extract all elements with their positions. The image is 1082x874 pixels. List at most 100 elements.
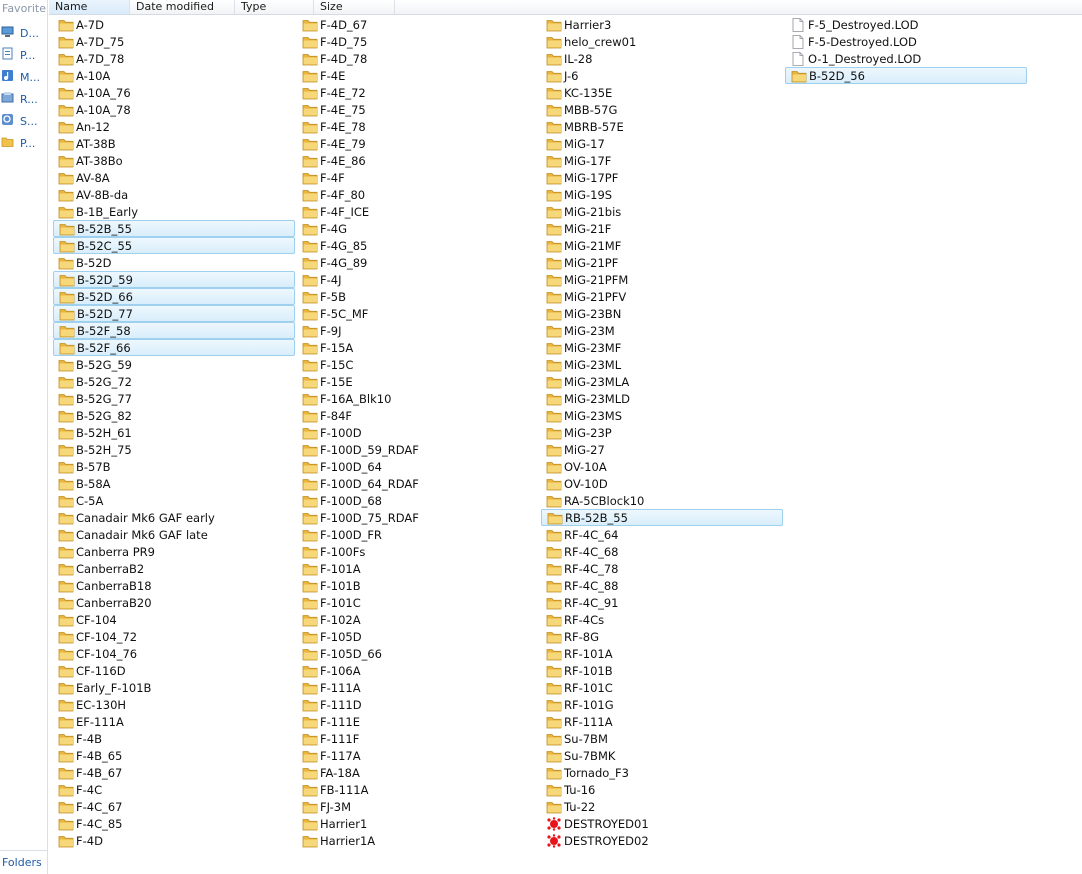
file-item[interactable]: MiG-21F — [541, 220, 783, 237]
file-item[interactable]: CF-116D — [53, 662, 295, 679]
file-item[interactable]: F-15A — [297, 339, 539, 356]
file-item[interactable]: MiG-21PFV — [541, 288, 783, 305]
file-item[interactable]: KC-135E — [541, 84, 783, 101]
file-item[interactable]: CanberraB18 — [53, 577, 295, 594]
file-item[interactable]: F-4C_85 — [53, 815, 295, 832]
file-item[interactable]: MiG-17 — [541, 135, 783, 152]
file-item[interactable]: F-9J — [297, 322, 539, 339]
file-item[interactable]: MiG-19S — [541, 186, 783, 203]
file-item[interactable]: RF-4C_91 — [541, 594, 783, 611]
file-item[interactable]: RF-4Cs — [541, 611, 783, 628]
file-item[interactable]: B-52G_59 — [53, 356, 295, 373]
file-item[interactable]: A-10A — [53, 67, 295, 84]
file-item[interactable]: MBRB-57E — [541, 118, 783, 135]
file-item[interactable]: B-52G_82 — [53, 407, 295, 424]
file-item[interactable]: MiG-23ML — [541, 356, 783, 373]
file-item[interactable]: CanberraB2 — [53, 560, 295, 577]
file-item[interactable]: F-4E_78 — [297, 118, 539, 135]
file-item[interactable]: F-101A — [297, 560, 539, 577]
column-header-name[interactable]: Name — [49, 0, 130, 14]
file-item[interactable]: Su-7BM — [541, 730, 783, 747]
file-item[interactable]: RF-101B — [541, 662, 783, 679]
file-item[interactable]: RF-111A — [541, 713, 783, 730]
file-item[interactable]: AV-8A — [53, 169, 295, 186]
file-item[interactable]: F-4C_67 — [53, 798, 295, 815]
file-item[interactable]: F-15E — [297, 373, 539, 390]
file-item[interactable]: F-4D — [53, 832, 295, 849]
file-item[interactable]: F-4B — [53, 730, 295, 747]
file-item[interactable]: EF-111A — [53, 713, 295, 730]
file-item[interactable]: F-4B_67 — [53, 764, 295, 781]
file-item[interactable]: F-4E_79 — [297, 135, 539, 152]
file-item[interactable]: DESTROYED02 — [541, 832, 783, 849]
file-item[interactable]: RF-4C_64 — [541, 526, 783, 543]
file-item[interactable]: F-105D_66 — [297, 645, 539, 662]
nav-item-4[interactable]: S... — [0, 111, 47, 131]
file-item[interactable]: CF-104 — [53, 611, 295, 628]
file-item[interactable]: F-4G_89 — [297, 254, 539, 271]
file-item[interactable]: F-84F — [297, 407, 539, 424]
file-item[interactable]: RF-4C_68 — [541, 543, 783, 560]
file-item[interactable]: MiG-23M — [541, 322, 783, 339]
column-header-type[interactable]: Type — [235, 0, 314, 14]
file-item[interactable]: F-4F_80 — [297, 186, 539, 203]
file-item[interactable]: F-5B — [297, 288, 539, 305]
file-item[interactable]: MiG-17PF — [541, 169, 783, 186]
file-item[interactable]: F-4F_ICE — [297, 203, 539, 220]
file-item[interactable]: CF-104_72 — [53, 628, 295, 645]
file-item[interactable]: Su-7BMK — [541, 747, 783, 764]
file-item[interactable]: F-4B_65 — [53, 747, 295, 764]
file-item[interactable]: F-100D_75_RDAF — [297, 509, 539, 526]
column-header-size[interactable]: Size — [314, 0, 395, 14]
file-item[interactable]: F-4D_67 — [297, 16, 539, 33]
file-item[interactable]: F-111A — [297, 679, 539, 696]
file-item[interactable]: F-16A_Blk10 — [297, 390, 539, 407]
file-item[interactable]: C-5A — [53, 492, 295, 509]
file-item[interactable]: F-15C — [297, 356, 539, 373]
file-item[interactable]: A-7D_75 — [53, 33, 295, 50]
file-item[interactable]: F-105D — [297, 628, 539, 645]
file-item[interactable]: MiG-23MF — [541, 339, 783, 356]
file-item[interactable]: F-100D_64_RDAF — [297, 475, 539, 492]
file-item[interactable]: F-4E_86 — [297, 152, 539, 169]
nav-item-2[interactable]: M... — [0, 67, 47, 87]
file-item[interactable]: F-4J — [297, 271, 539, 288]
file-item[interactable]: MiG-21bis — [541, 203, 783, 220]
file-item[interactable]: O-1_Destroyed.LOD — [785, 50, 1027, 67]
file-item[interactable]: RF-8G — [541, 628, 783, 645]
file-item[interactable]: MiG-23P — [541, 424, 783, 441]
file-item[interactable]: F-101C — [297, 594, 539, 611]
file-item[interactable]: F-5C_MF — [297, 305, 539, 322]
file-item[interactable]: FA-18A — [297, 764, 539, 781]
file-item[interactable]: F-100D_64 — [297, 458, 539, 475]
nav-item-1[interactable]: P... — [0, 45, 47, 65]
file-item[interactable]: F-102A — [297, 611, 539, 628]
file-item[interactable]: FB-111A — [297, 781, 539, 798]
file-item[interactable]: F-4E_72 — [297, 84, 539, 101]
file-item[interactable]: MiG-23MLD — [541, 390, 783, 407]
file-item[interactable]: Early_F-101B — [53, 679, 295, 696]
file-item[interactable]: Canadair Mk6 GAF early — [53, 509, 295, 526]
nav-item-5[interactable]: P... — [0, 133, 47, 153]
file-item[interactable]: RA-5CBlock10 — [541, 492, 783, 509]
file-item[interactable]: F-101B — [297, 577, 539, 594]
file-item[interactable]: AT-38B — [53, 135, 295, 152]
file-item[interactable]: B-52H_75 — [53, 441, 295, 458]
file-item[interactable]: AV-8B-da — [53, 186, 295, 203]
file-item[interactable]: MiG-21PF — [541, 254, 783, 271]
file-item[interactable]: DESTROYED01 — [541, 815, 783, 832]
file-item[interactable]: F-4E — [297, 67, 539, 84]
file-item[interactable]: F-4G_85 — [297, 237, 539, 254]
file-item[interactable]: A-10A_76 — [53, 84, 295, 101]
file-item[interactable]: B-52H_61 — [53, 424, 295, 441]
file-item[interactable]: F-4F — [297, 169, 539, 186]
file-item[interactable]: A-10A_78 — [53, 101, 295, 118]
file-item[interactable]: MBB-57G — [541, 101, 783, 118]
file-item[interactable]: B-52C_55 — [53, 237, 295, 254]
file-item[interactable]: MiG-27 — [541, 441, 783, 458]
file-item[interactable]: B-1B_Early — [53, 203, 295, 220]
file-item[interactable]: MiG-23MLA — [541, 373, 783, 390]
file-item[interactable]: B-52F_66 — [53, 339, 295, 356]
file-item[interactable]: CF-104_76 — [53, 645, 295, 662]
file-item[interactable]: J-6 — [541, 67, 783, 84]
